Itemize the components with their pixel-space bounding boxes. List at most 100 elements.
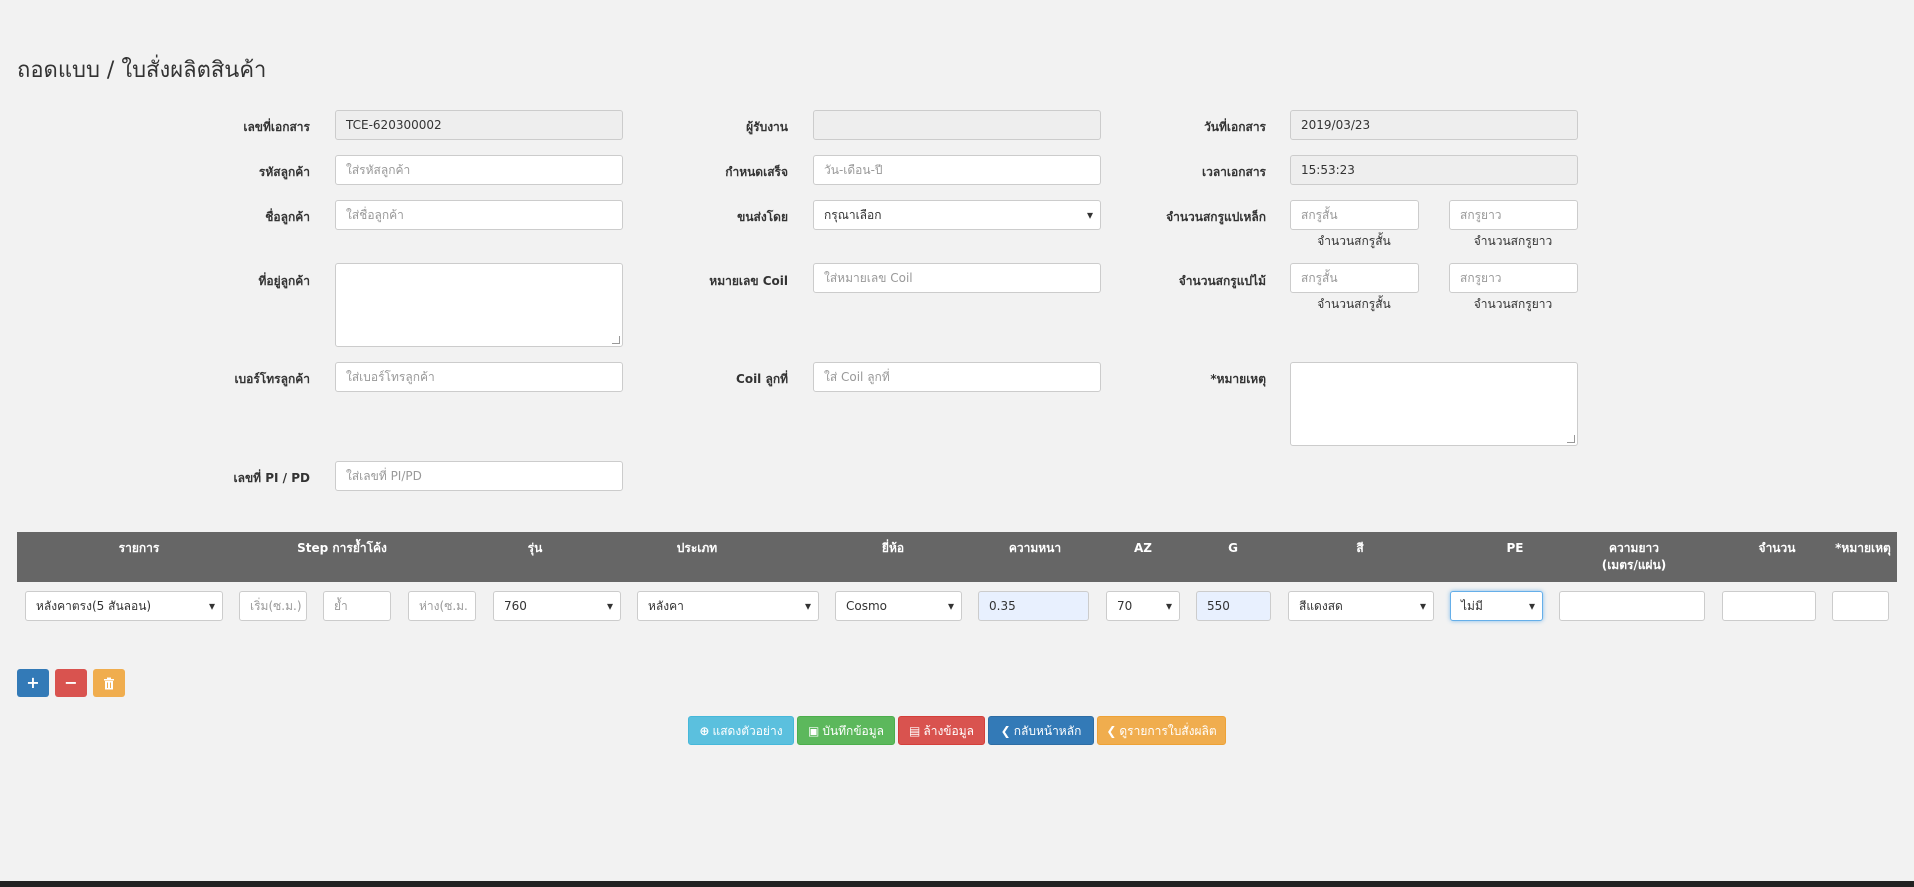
customer-code-input[interactable]: ใส่รหัสลูกค้า — [335, 155, 623, 185]
home-button-label: กลับหน้าหลัก — [1013, 724, 1082, 738]
type-select-value: หลังคา — [648, 599, 684, 613]
doc-no-label: เลขที่เอกสาร — [243, 120, 310, 134]
row-note-input[interactable] — [1832, 591, 1889, 621]
steel-short-screw-caption: จำนวนสกรูสั้น — [1317, 234, 1391, 248]
az-select[interactable]: 70 — [1106, 591, 1180, 621]
steel-long-screw-input[interactable]: สกรูยาว — [1449, 200, 1578, 230]
bottom-bar — [0, 881, 1914, 887]
th-step: Step การย้ำโค้ง — [297, 541, 387, 555]
th-item: รายการ — [118, 541, 160, 555]
step-gap-input[interactable]: ห่าง(ซ.ม. — [408, 591, 476, 621]
item-select-value: หลังคาตรง(5 สันลอน) — [36, 599, 152, 613]
doc-no-field[interactable]: TCE-620300002 — [335, 110, 623, 140]
save-button[interactable]: ▣ บันทึกข้อมูล — [797, 716, 895, 745]
pe-select-value: ไม่มี — [1461, 599, 1483, 613]
type-select[interactable]: หลังคา — [637, 591, 819, 621]
receiver-label: ผู้รับงาน — [746, 120, 788, 134]
due-date-label: กำหนดเสร็จ — [725, 165, 788, 179]
wood-screws-label: จำนวนสกรูแปไม้ — [1178, 274, 1266, 288]
th-length-line1: ความยาว — [1609, 541, 1659, 555]
coil-piece-label: Coil ลูกที่ — [736, 372, 788, 386]
address-textarea[interactable] — [335, 263, 623, 347]
receiver-field[interactable] — [813, 110, 1101, 140]
resize-handle-icon[interactable] — [1567, 435, 1575, 443]
floppy-disk-icon: ▣ — [807, 724, 820, 738]
remove-row-button[interactable]: − — [55, 669, 87, 697]
th-pe: PE — [1506, 541, 1524, 555]
th-qty: จำนวน — [1758, 541, 1796, 555]
order-list-button[interactable]: ❮ ดูรายการใบสั่งผลิต — [1097, 716, 1226, 745]
customer-name-input[interactable]: ใส่ชื่อลูกค้า — [335, 200, 623, 230]
th-brand: ยี่ห้อ — [881, 541, 905, 555]
g-input[interactable]: 550 — [1196, 591, 1271, 621]
th-az: AZ — [1134, 541, 1152, 555]
pi-pd-label: เลขที่ PI / PD — [233, 471, 311, 485]
chevron-left-circle-icon: ❮ — [1000, 724, 1011, 738]
clear-button-label: ล้างข้อมูล — [923, 724, 974, 738]
phone-input[interactable]: ใส่เบอร์โทรลูกค้า — [335, 362, 623, 392]
th-length: ความยาว (เมตร/แผ่น) — [1579, 540, 1689, 574]
note-label: *หมายเหตุ — [1210, 372, 1266, 386]
chevron-left-circle-icon: ❮ — [1106, 724, 1117, 738]
color-select[interactable]: สีแดงสด — [1288, 591, 1434, 621]
model-select-value: 760 — [504, 599, 527, 613]
wood-short-screw-caption: จำนวนสกรูสั้น — [1317, 297, 1391, 311]
shipping-select[interactable]: กรุณาเลือก — [813, 200, 1101, 230]
shipping-select-value: กรุณาเลือก — [824, 208, 882, 222]
phone-label: เบอร์โทรลูกค้า — [234, 372, 310, 386]
model-select[interactable]: 760 — [493, 591, 621, 621]
wood-long-screw-caption: จำนวนสกรูยาว — [1473, 297, 1553, 311]
trash-icon — [104, 677, 114, 690]
qty-input[interactable] — [1722, 591, 1816, 621]
trash-icon: ▤ — [909, 724, 921, 738]
wood-short-screw-input[interactable]: สกรูสั้น — [1290, 263, 1419, 293]
pi-pd-input[interactable]: ใส่เลขที่ PI/PD — [335, 461, 623, 491]
save-button-label: บันทึกข้อมูล — [822, 724, 884, 738]
address-label: ที่อยู่ลูกค้า — [258, 274, 310, 288]
customer-name-label: ชื่อลูกค้า — [265, 210, 310, 224]
preview-button[interactable]: ⊕ แสดงตัวอย่าง — [688, 716, 794, 745]
doc-date-field[interactable]: 2019/03/23 — [1290, 110, 1578, 140]
th-g: G — [1228, 541, 1238, 555]
th-thickness: ความหนา — [1008, 541, 1062, 555]
preview-button-label: แสดงตัวอย่าง — [712, 724, 783, 738]
th-type: ประเภท — [676, 541, 718, 555]
doc-time-field[interactable]: 15:53:23 — [1290, 155, 1578, 185]
steel-short-screw-input[interactable]: สกรูสั้น — [1290, 200, 1419, 230]
step-start-input[interactable]: เริ่ม(ซ.ม.) — [239, 591, 307, 621]
wood-long-screw-input[interactable]: สกรูยาว — [1449, 263, 1578, 293]
brand-select-value: Cosmo — [846, 599, 888, 613]
steel-screws-label: จำนวนสกรูแปเหล็ก — [1166, 210, 1266, 224]
th-model: รุ่น — [527, 541, 543, 555]
note-textarea[interactable] — [1290, 362, 1578, 446]
resize-handle-icon[interactable] — [612, 336, 620, 344]
page-title: ถอดแบบ / ใบสั่งผลิตสินค้า — [17, 58, 267, 83]
customer-code-label: รหัสลูกค้า — [258, 165, 310, 179]
color-select-value: สีแดงสด — [1299, 599, 1343, 613]
clear-button[interactable]: ▤ ล้างข้อมูล — [898, 716, 985, 745]
step-press-input[interactable]: ย้ำ — [323, 591, 391, 621]
brand-select[interactable]: Cosmo — [835, 591, 962, 621]
pe-select[interactable]: ไม่มี — [1450, 591, 1543, 621]
add-row-button[interactable]: + — [17, 669, 49, 697]
th-color: สี — [1356, 541, 1364, 555]
steel-long-screw-caption: จำนวนสกรูยาว — [1473, 234, 1553, 248]
order-list-button-label: ดูรายการใบสั่งผลิต — [1119, 724, 1217, 738]
length-input[interactable] — [1559, 591, 1705, 621]
thickness-input[interactable]: 0.35 — [978, 591, 1089, 621]
th-length-line2: (เมตร/แผ่น) — [1601, 558, 1667, 572]
coil-piece-input[interactable]: ใส่ Coil ลูกที่ — [813, 362, 1101, 392]
home-button[interactable]: ❮ กลับหน้าหลัก — [988, 716, 1094, 745]
clear-rows-button[interactable] — [93, 669, 125, 697]
item-select[interactable]: หลังคาตรง(5 สันลอน) — [25, 591, 223, 621]
th-note: *หมายเหตุ — [1835, 541, 1891, 555]
items-table-header: รายการ Step การย้ำโค้ง รุ่น ประเภท ยี่ห้… — [17, 532, 1897, 582]
az-select-value: 70 — [1117, 599, 1133, 613]
doc-time-label: เวลาเอกสาร — [1201, 165, 1266, 179]
doc-date-label: วันที่เอกสาร — [1204, 120, 1266, 134]
coil-no-label: หมายเลข Coil — [709, 274, 788, 288]
coil-no-input[interactable]: ใส่หมายเลข Coil — [813, 263, 1101, 293]
due-date-input[interactable]: วัน-เดือน-ปี — [813, 155, 1101, 185]
shipping-label: ขนส่งโดย — [737, 210, 788, 224]
zoom-in-icon: ⊕ — [699, 724, 710, 738]
